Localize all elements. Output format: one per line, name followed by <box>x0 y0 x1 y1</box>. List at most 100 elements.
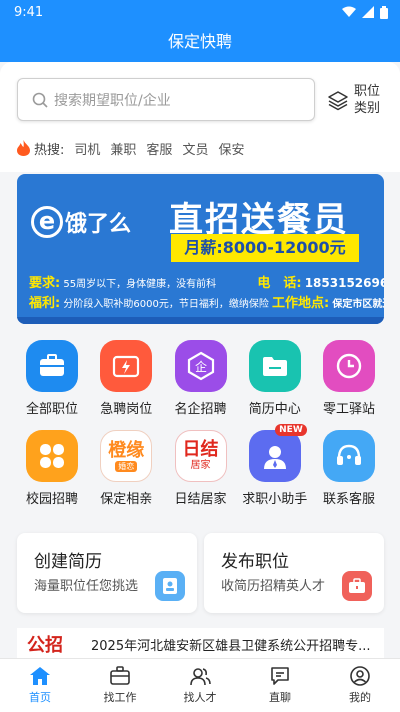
phone-key: 电 话: <box>257 276 302 291</box>
grid-label: 全部职位 <box>25 402 78 417</box>
banner-welfare: 福利: 分阶段入职补助6000元，节日福利，缴纳保险 工作地点: 保定市区就近分… <box>29 292 384 311</box>
req-text: 55周岁以下，身体健康，没有前科 <box>63 279 217 290</box>
brand-text: 饿了么 <box>65 212 132 237</box>
matchmaking-sub: 婚恋 <box>115 460 138 472</box>
banner-strip <box>17 317 384 324</box>
feature-grid-row-1: 全部职位 急聘岗位 企 名企招聘 简历中心 零工驿站 <box>17 340 384 417</box>
card-subtitle: 收简历招精英人才 <box>221 579 326 594</box>
grid-label: 校园招聘 <box>25 492 78 507</box>
daily-pay-icon: 日结 居家 <box>174 430 227 482</box>
battery-icon <box>380 5 388 19</box>
assistant-icon: NEW <box>248 424 307 482</box>
home-icon <box>30 667 50 685</box>
grid-label: 急聘岗位 <box>100 402 153 417</box>
hot-item[interactable]: 兼职 <box>110 139 136 158</box>
tab-find-job[interactable]: 找工作 <box>80 659 160 712</box>
wifi-icon <box>342 6 356 17</box>
svg-text:企: 企 <box>194 359 206 374</box>
search-placeholder: 搜索期望职位/企业 <box>54 92 171 109</box>
feature-grid-row-2: 校园招聘 橙缘 婚恋 保定相亲 日结 居家 日结居家 NEW 求职小助手 联系客… <box>17 424 384 507</box>
grid-label: 日结居家 <box>174 492 227 507</box>
user-icon <box>350 666 370 686</box>
grid-item-matchmaking[interactable]: 橙缘 婚恋 保定相亲 <box>91 430 161 507</box>
tab-label: 找工作 <box>103 691 137 704</box>
grid-item-enterprise[interactable]: 企 名企招聘 <box>166 340 236 417</box>
bottom-tab-bar: 首页 找工作 找人才 直聊 我的 <box>0 658 400 712</box>
enterprise-icon: 企 <box>174 340 227 392</box>
new-badge: NEW <box>275 424 307 436</box>
grid-label: 保定相亲 <box>100 492 153 507</box>
welfare-text: 分阶段入职补助6000元，节日福利，缴纳保险 <box>63 299 269 310</box>
matchmaking-icon: 橙缘 婚恋 <box>100 430 153 482</box>
folder-icon <box>248 340 301 392</box>
banner-salary: 月薪:8000-12000元 <box>171 234 359 262</box>
search-icon <box>32 92 48 108</box>
search-input[interactable]: 搜索期望职位/企业 <box>17 78 315 121</box>
lightning-icon <box>100 340 153 392</box>
grid-item-daily-pay[interactable]: 日结 居家 日结居家 <box>166 430 236 507</box>
card-subtitle: 海量职位任您挑选 <box>34 579 139 594</box>
grid-item-resume-center[interactable]: 简历中心 <box>240 340 310 417</box>
phone-text: 18531526966 <box>304 276 384 290</box>
create-resume-card[interactable]: 创建简历 海量职位任您挑选 <box>17 533 197 613</box>
grid-item-campus[interactable]: 校园招聘 <box>17 430 87 507</box>
card-title: 发布职位 <box>221 552 289 572</box>
daily-pay-sub: 居家 <box>190 460 211 471</box>
clock-icon <box>323 340 375 392</box>
hot-search-title: 热搜: <box>34 142 65 158</box>
post-job-card[interactable]: 发布职位 收简历招精英人才 <box>204 533 384 613</box>
headset-icon <box>323 430 375 482</box>
promo-banner[interactable]: e 饿了么 直招送餐员 月薪:8000-12000元 要求: 55周岁以下，身体健… <box>17 174 384 324</box>
status-time: 9:41 <box>14 4 44 20</box>
grid-item-all-jobs[interactable]: 全部职位 <box>17 340 87 417</box>
tab-label: 我的 <box>349 691 371 704</box>
hot-item[interactable]: 文员 <box>182 139 208 158</box>
status-bar: 9:41 <box>0 0 400 24</box>
hot-search: 热搜: 司机 兼职 客服 文员 保安 <box>17 138 244 158</box>
people-icon <box>190 668 211 686</box>
search-section: 搜索期望职位/企业 职位类别 热搜: 司机 兼职 客服 文员 保安 <box>0 62 400 172</box>
grid-label: 求职小助手 <box>242 492 308 507</box>
welfare-key: 福利: <box>29 296 61 311</box>
grid-label: 联系客服 <box>322 492 375 507</box>
resume-icon <box>155 571 185 601</box>
news-tag: 公招 <box>27 635 63 656</box>
location-text: 保定市区就近分配 <box>332 299 384 310</box>
matchmaking-text: 橙缘 <box>108 439 145 461</box>
tab-label: 首页 <box>29 691 51 704</box>
post-job-icon <box>342 571 372 601</box>
tab-chat[interactable]: 直聊 <box>240 659 320 712</box>
page-title: 保定快聘 <box>0 24 400 62</box>
hot-item[interactable]: 司机 <box>74 139 100 158</box>
clover-icon <box>26 430 78 482</box>
hot-item[interactable]: 保安 <box>218 139 244 158</box>
briefcase-icon <box>110 666 130 685</box>
layers-icon <box>328 91 348 111</box>
location-key: 工作地点: <box>272 296 330 311</box>
job-category-button[interactable]: 职位类别 <box>327 80 387 120</box>
news-item[interactable]: 公招 2025年河北雄安新区雄县卫健系统公开招聘专... <box>17 628 384 660</box>
grid-item-customer-service[interactable]: 联系客服 <box>314 430 384 507</box>
tab-me[interactable]: 我的 <box>320 659 400 712</box>
grid-label: 简历中心 <box>248 402 301 417</box>
briefcase-icon <box>26 340 78 392</box>
banner-requirements: 要求: 55周岁以下，身体健康，没有前科 电 话: 18531526966 <box>29 272 384 291</box>
tab-label: 找人才 <box>183 691 217 704</box>
grid-label: 名企招聘 <box>174 402 227 417</box>
grid-item-job-assistant[interactable]: NEW 求职小助手 <box>240 424 310 507</box>
req-key: 要求: <box>29 276 61 291</box>
tab-home[interactable]: 首页 <box>0 659 80 712</box>
tab-find-talent[interactable]: 找人才 <box>160 659 240 712</box>
brand-logo: e 饿了么 <box>31 200 151 244</box>
grid-label: 零工驿站 <box>322 402 375 417</box>
card-title: 创建简历 <box>34 552 102 572</box>
news-title: 2025年河北雄安新区雄县卫健系统公开招聘专... <box>91 638 371 654</box>
grid-item-urgent[interactable]: 急聘岗位 <box>91 340 161 417</box>
fire-icon <box>17 140 30 156</box>
status-icons <box>342 5 388 19</box>
hot-item[interactable]: 客服 <box>146 139 172 158</box>
chat-icon <box>271 667 289 685</box>
signal-icon <box>362 6 374 18</box>
tab-label: 直聊 <box>269 691 291 704</box>
grid-item-gig-station[interactable]: 零工驿站 <box>314 340 384 417</box>
